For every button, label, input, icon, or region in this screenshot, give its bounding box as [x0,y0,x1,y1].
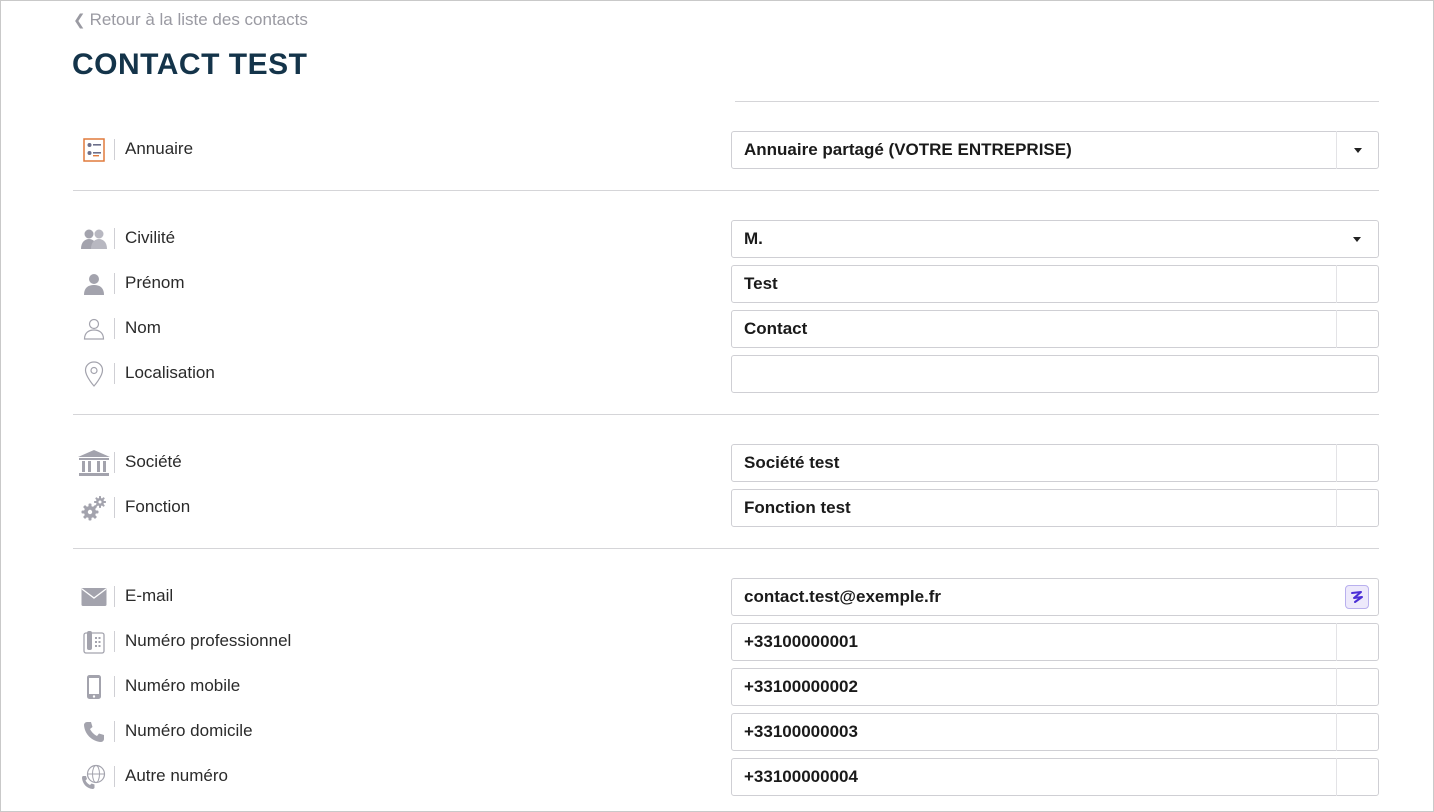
label-separator [114,452,115,473]
row-firstname: Prénom Test [73,265,1379,303]
civility-select[interactable]: M. [731,220,1379,258]
row-civility: Civilité M. [73,220,1379,258]
label-separator [114,631,115,652]
location-label: Localisation [125,363,215,382]
function-value: Fonction test [744,498,851,517]
other-phone-input[interactable]: +33100000004 [731,758,1379,796]
row-function: Fonction Fonction test [73,489,1379,527]
firstname-label: Prénom [125,273,185,292]
home-phone-label: Numéro domicile [125,721,253,740]
label-separator [114,139,115,160]
firstname-input[interactable]: Test [731,265,1379,303]
label-separator [114,497,115,518]
label-separator [114,318,115,339]
back-to-contacts-link[interactable]: ❮ Retour à la liste des contacts [73,10,308,30]
bank-building-icon [75,448,113,478]
home-phone-value: +33100000003 [744,722,858,741]
row-directory: Annuaire Annuaire partagé (VOTRE ENTREPR… [73,131,1379,169]
location-input[interactable] [731,355,1379,393]
phone-handset-icon [79,717,109,747]
civility-dropdown-toggle[interactable] [1336,220,1378,258]
globe-phone-icon [79,762,109,792]
civility-label: Civilité [125,228,176,247]
row-email: E-mail contact.test@exemple.fr [73,578,1379,616]
page-title: CONTACT TEST [72,48,308,81]
mobile-phone-icon [79,672,109,702]
home-phone-input[interactable]: +33100000003 [731,713,1379,751]
email-value: contact.test@exemple.fr [744,587,942,606]
directory-label: Annuaire [125,139,194,158]
lastname-value: Contact [744,319,808,338]
other-phone-label: Autre numéro [125,766,228,785]
directory-dropdown-toggle[interactable] [1336,131,1378,169]
caret-down-icon [1353,147,1362,153]
row-other-phone: Autre numéro +33100000004 [73,758,1379,796]
back-link-label: Retour à la liste des contacts [89,10,308,29]
label-separator [114,721,115,742]
row-location: Localisation [73,355,1379,393]
label-separator [114,228,115,249]
label-separator [114,363,115,384]
section-divider [73,414,1379,415]
function-label: Fonction [125,497,191,516]
person-icon [79,269,109,299]
field-addon [1336,310,1378,348]
row-home-phone: Numéro domicile +33100000003 [73,713,1379,751]
field-addon [1336,444,1378,482]
brand-badge-icon [1345,585,1369,609]
field-addon [1336,668,1378,706]
contact-form-page: ❮ Retour à la liste des contacts CONTACT… [0,0,1434,812]
field-addon [1336,713,1378,751]
work-phone-input[interactable]: +33100000001 [731,623,1379,661]
email-action-button[interactable] [1336,578,1378,616]
company-value: Société test [744,453,840,472]
label-separator [114,586,115,607]
gears-icon [79,493,109,523]
work-phone-value: +33100000001 [744,632,858,651]
envelope-icon [79,582,109,612]
map-pin-icon [79,359,109,389]
field-addon [1336,489,1378,527]
directory-select[interactable]: Annuaire partagé (VOTRE ENTREPRISE) [731,131,1379,169]
row-company: Société Société test [73,444,1379,482]
email-label: E-mail [125,586,174,605]
field-addon [1336,758,1378,796]
other-phone-value: +33100000004 [744,767,858,786]
company-label: Société [125,452,182,471]
lastname-label: Nom [125,318,161,337]
firstname-value: Test [744,274,778,293]
caret-down-icon [1353,236,1361,242]
work-phone-label: Numéro professionnel [125,631,292,650]
directory-select-value: Annuaire partagé (VOTRE ENTREPRISE) [744,140,1072,159]
email-input[interactable]: contact.test@exemple.fr [731,578,1379,616]
mobile-phone-label: Numéro mobile [125,676,241,695]
person-outline-icon [79,314,109,344]
label-separator [114,766,115,787]
field-addon [1336,265,1378,303]
section-divider [73,548,1379,549]
field-addon [1336,623,1378,661]
header-divider [735,101,1379,102]
directory-card-icon [79,135,109,165]
desk-phone-icon [79,627,109,657]
label-separator [114,273,115,294]
mobile-phone-input[interactable]: +33100000002 [731,668,1379,706]
section-divider [73,190,1379,191]
row-lastname: Nom Contact [73,310,1379,348]
row-mobile-phone: Numéro mobile +33100000002 [73,668,1379,706]
civility-select-value: M. [744,229,763,248]
function-input[interactable]: Fonction test [731,489,1379,527]
people-icon [79,224,109,254]
mobile-phone-value: +33100000002 [744,677,858,696]
chevron-left-icon: ❮ [73,12,86,29]
row-work-phone: Numéro professionnel +33100000001 [73,623,1379,661]
label-separator [114,676,115,697]
lastname-input[interactable]: Contact [731,310,1379,348]
company-input[interactable]: Société test [731,444,1379,482]
